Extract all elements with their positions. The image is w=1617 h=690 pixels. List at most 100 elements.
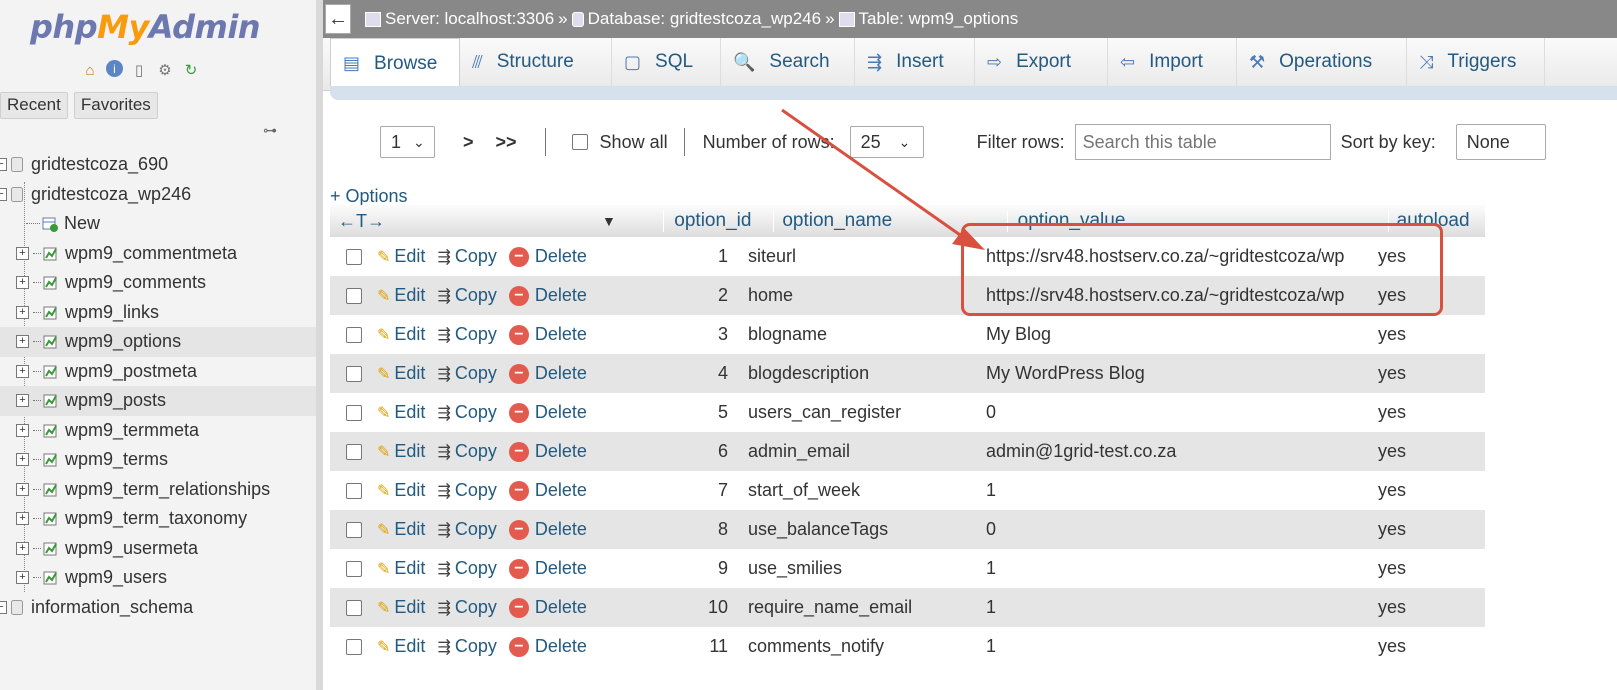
copy-button[interactable]: ⇶ Copy (437, 636, 496, 657)
cell-option-value[interactable]: admin@1grid-test.co.za (986, 441, 1378, 462)
sort-key-select[interactable]: None (1455, 124, 1546, 160)
rows-select[interactable]: 25 ⌄ (849, 126, 924, 158)
sort-triangle-icon[interactable]: ▼ (602, 213, 616, 229)
cell-autoload[interactable]: yes (1378, 519, 1478, 540)
cell-option-name[interactable]: blogname (746, 324, 986, 345)
tree-item[interactable]: + wpm9_posts (0, 386, 316, 416)
cell-autoload[interactable]: yes (1378, 597, 1478, 618)
copy-button[interactable]: ⇶ Copy (437, 441, 496, 462)
expand-toggle-icon[interactable]: + (16, 276, 29, 290)
row-checkbox[interactable] (345, 326, 362, 343)
tab-import[interactable]: ⇦ Import (1108, 38, 1237, 86)
row-checkbox[interactable] (345, 638, 362, 655)
cell-autoload[interactable]: yes (1378, 402, 1478, 423)
info-icon[interactable]: i (106, 60, 123, 77)
delete-button[interactable]: − Delete (508, 519, 587, 540)
edit-button[interactable]: ✎ Edit (377, 402, 425, 423)
delete-button[interactable]: − Delete (508, 597, 587, 618)
phpmyadmin-logo[interactable]: phpMyAdmin (30, 8, 261, 46)
cell-autoload[interactable]: yes (1378, 363, 1478, 384)
collapse-toggle-icon[interactable]: − (0, 187, 7, 201)
delete-button[interactable]: − Delete (508, 636, 587, 657)
cell-autoload[interactable]: yes (1378, 480, 1478, 501)
expand-toggle-icon[interactable]: + (16, 453, 29, 467)
breadcrumb-database[interactable]: Database: gridtestcoza_wp246 (588, 9, 821, 29)
tab-browse[interactable]: ▤ Browse (330, 38, 460, 88)
tab-operations[interactable]: ⚒ Operations (1237, 38, 1407, 86)
cell-option-name[interactable]: admin_email (746, 441, 986, 462)
row-checkbox[interactable] (345, 599, 362, 616)
tree-item[interactable]: + wpm9_users (0, 563, 316, 593)
expand-toggle-icon[interactable]: + (16, 246, 29, 260)
tab-structure[interactable]: ⫻ Structure (460, 38, 612, 86)
cell-option-name[interactable]: home (746, 285, 986, 306)
expand-toggle-icon[interactable]: + (16, 541, 29, 555)
cell-option-value[interactable]: 1 (986, 480, 1378, 501)
copy-button[interactable]: ⇶ Copy (437, 402, 496, 423)
edit-button[interactable]: ✎ Edit (377, 324, 425, 345)
delete-button[interactable]: − Delete (508, 363, 587, 384)
row-checkbox[interactable] (345, 443, 362, 460)
cell-option-id[interactable]: 5 (673, 402, 746, 423)
last-page-button[interactable]: >> (496, 132, 517, 153)
cell-autoload[interactable]: yes (1378, 441, 1478, 462)
page-select[interactable]: 1 ⌄ (380, 126, 435, 158)
tree-item[interactable]: + wpm9_options (0, 327, 316, 357)
edit-button[interactable]: ✎ Edit (377, 519, 425, 540)
cell-option-value[interactable]: My WordPress Blog (986, 363, 1378, 384)
tab-favorites[interactable]: Favorites (73, 92, 158, 119)
delete-button[interactable]: − Delete (508, 402, 587, 423)
tab-search[interactable]: 🔍 Search (721, 38, 855, 86)
expand-toggle-icon[interactable]: + (16, 335, 29, 349)
cell-option-value[interactable]: 0 (986, 519, 1378, 540)
row-checkbox[interactable] (345, 365, 362, 382)
expand-toggle-icon[interactable]: + (16, 482, 29, 496)
next-page-button[interactable]: > (463, 132, 474, 153)
copy-button[interactable]: ⇶ Copy (437, 324, 496, 345)
copy-button[interactable]: ⇶ Copy (437, 519, 496, 540)
edit-button[interactable]: ✎ Edit (377, 480, 425, 501)
cell-option-value[interactable]: 0 (986, 402, 1378, 423)
edit-button[interactable]: ✎ Edit (377, 597, 425, 618)
tree-item[interactable]: + wpm9_postmeta (0, 357, 316, 387)
cell-option-name[interactable]: start_of_week (746, 480, 986, 501)
docs-icon[interactable]: ▯ (129, 60, 149, 80)
tab-insert[interactable]: ⇶ Insert (855, 38, 975, 86)
delete-button[interactable]: − Delete (508, 480, 587, 501)
tree-item[interactable]: New (0, 209, 316, 239)
copy-button[interactable]: ⇶ Copy (437, 363, 496, 384)
expand-toggle-icon[interactable]: + (16, 512, 29, 526)
expand-toggle-icon[interactable]: + (16, 394, 29, 408)
copy-button[interactable]: ⇶ Copy (437, 480, 496, 501)
cell-option-id[interactable]: 7 (673, 480, 746, 501)
copy-button[interactable]: ⇶ Copy (437, 246, 496, 267)
cell-option-id[interactable]: 11 (673, 636, 746, 657)
tab-recent[interactable]: Recent (0, 92, 68, 119)
cell-option-value[interactable]: 1 (986, 636, 1378, 657)
expand-toggle-icon[interactable]: + (16, 423, 29, 437)
cell-option-id[interactable]: 8 (673, 519, 746, 540)
tab-triggers[interactable]: ⤨ Triggers (1407, 38, 1545, 86)
edit-button[interactable]: ✎ Edit (377, 636, 425, 657)
delete-button[interactable]: − Delete (508, 285, 587, 306)
copy-button[interactable]: ⇶ Copy (437, 558, 496, 579)
tree-item[interactable]: + wpm9_term_taxonomy (0, 504, 316, 534)
cell-option-name[interactable]: siteurl (746, 246, 986, 267)
delete-button[interactable]: − Delete (508, 246, 587, 267)
cell-option-name[interactable]: use_balanceTags (746, 519, 986, 540)
cell-option-name[interactable]: comments_notify (746, 636, 986, 657)
show-all-checkbox[interactable] (571, 134, 588, 150)
reload-icon[interactable]: ↻ (181, 60, 201, 80)
settings-icon[interactable]: ⚙ (155, 60, 175, 80)
tree-item[interactable]: − information_schema (0, 593, 316, 623)
tree-item[interactable]: + wpm9_term_relationships (0, 475, 316, 505)
row-checkbox[interactable] (345, 521, 362, 538)
cell-option-id[interactable]: 2 (673, 285, 746, 306)
edit-button[interactable]: ✎ Edit (377, 285, 425, 306)
cell-option-name[interactable]: blogdescription (746, 363, 986, 384)
row-checkbox[interactable] (345, 560, 362, 577)
delete-button[interactable]: − Delete (508, 558, 587, 579)
cell-autoload[interactable]: yes (1378, 636, 1478, 657)
home-icon[interactable]: ⌂ (80, 60, 100, 80)
cell-option-id[interactable]: 6 (673, 441, 746, 462)
